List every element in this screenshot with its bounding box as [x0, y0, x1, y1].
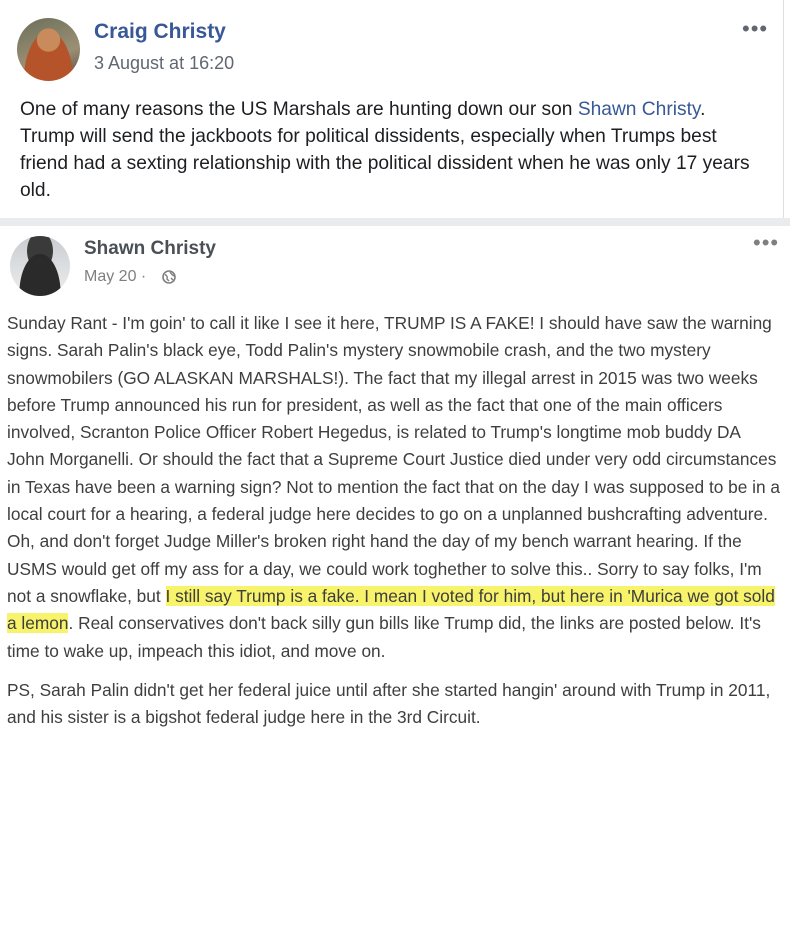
post-text-part: . Real conservatives don't back silly gu…: [7, 613, 761, 661]
post-text-part: One of many reasons the US Marshals are …: [20, 99, 578, 120]
post-timestamp[interactable]: 3 August at 16:20: [94, 53, 234, 74]
post-text: Sunday Rant - I'm goin' to call it like …: [7, 310, 782, 731]
more-options-icon[interactable]: •••: [753, 230, 779, 256]
original-post: Shawn Christy May 20 · ••• Sunday Rant -…: [0, 226, 790, 926]
globe-icon: [162, 270, 176, 284]
post-author[interactable]: Craig Christy: [94, 20, 226, 44]
shared-post: Craig Christy 3 August at 16:20 ••• One …: [0, 0, 784, 218]
post-text: One of many reasons the US Marshals are …: [20, 96, 760, 204]
post-author[interactable]: Shawn Christy: [84, 238, 216, 260]
divider: [0, 218, 790, 226]
post-paragraph: Sunday Rant - I'm goin' to call it like …: [7, 310, 782, 665]
post-text-part: Sunday Rant - I'm goin' to call it like …: [7, 313, 781, 606]
post-paragraph: PS, Sarah Palin didn't get her federal j…: [7, 679, 771, 728]
mention-link[interactable]: Shawn Christy: [578, 99, 700, 120]
post-timestamp[interactable]: May 20 ·: [84, 268, 146, 286]
more-options-icon[interactable]: •••: [742, 16, 768, 42]
avatar[interactable]: [17, 18, 80, 81]
avatar[interactable]: [10, 236, 70, 296]
